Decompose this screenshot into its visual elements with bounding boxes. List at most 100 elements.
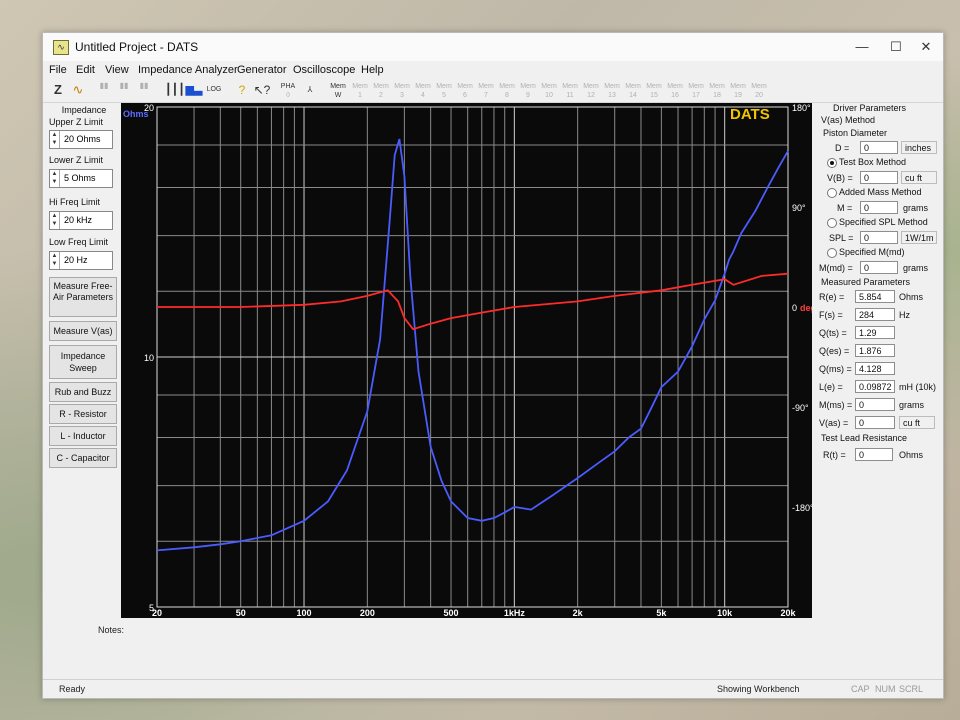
impedance-sweep-button[interactable]: Impedance Sweep	[49, 345, 117, 379]
measured-param-value[interactable]: 284	[855, 308, 895, 321]
lower-z-stepper-icon[interactable]: ▲ ▼	[50, 170, 60, 187]
m-input[interactable]: 0	[860, 201, 898, 214]
measured-param-value[interactable]: 4.128	[855, 362, 895, 375]
rt-input[interactable]: 0	[855, 448, 893, 461]
memory-slot-1[interactable]: Mem 1	[351, 82, 369, 99]
menu-view[interactable]: View	[105, 64, 129, 76]
sweep-icon-1[interactable]: ▮▮	[95, 82, 113, 98]
memory-slot-16[interactable]: Mem 16	[666, 82, 684, 99]
menu-oscilloscope[interactable]: Oscilloscope	[293, 64, 355, 76]
measure-free-air-button[interactable]: Measure Free-Air Parameters	[49, 277, 117, 317]
memory-slot-17[interactable]: Mem 17	[687, 82, 705, 99]
vb-input[interactable]: 0	[860, 171, 898, 184]
menu-file[interactable]: File	[49, 64, 67, 76]
memory-slot-11[interactable]: Mem 11	[561, 82, 579, 99]
capacitor-button[interactable]: C - Capacitor	[49, 448, 117, 468]
rub-and-buzz-button[interactable]: Rub and Buzz	[49, 382, 117, 402]
maximize-button[interactable]: ☐	[881, 37, 911, 57]
histogram-icon[interactable]: ▆▃	[185, 82, 203, 98]
memory-slot-label: Mem	[583, 83, 599, 90]
menu-impedance-analyzer[interactable]: Impedance Analyzer	[138, 64, 238, 76]
test-box-radio[interactable]	[827, 158, 837, 168]
bars-icon[interactable]: ┃┃┃	[165, 82, 185, 98]
x-tick-label: 2k	[573, 608, 584, 618]
measured-param-value[interactable]: 1.29	[855, 326, 895, 339]
measured-param-value[interactable]: 0	[855, 416, 895, 429]
memory-slot-20[interactable]: Mem 20	[750, 82, 768, 99]
memory-slot-number: 12	[587, 92, 595, 99]
low-freq-stepper-icon[interactable]: ▲ ▼	[50, 252, 60, 269]
notes-label: Notes:	[98, 625, 125, 635]
memory-slot-label: Mem	[541, 83, 557, 90]
sine-wave-icon[interactable]: ∿	[69, 82, 87, 98]
memory-slot-9[interactable]: Mem 9	[519, 82, 537, 99]
memory-slot-12[interactable]: Mem 12	[582, 82, 600, 99]
memory-slot-13[interactable]: Mem 13	[603, 82, 621, 99]
mmd-input[interactable]: 0	[860, 261, 898, 274]
measured-param-value[interactable]: 0.09872	[855, 380, 895, 393]
rt-unit: Ohms	[899, 450, 924, 460]
upper-z-input[interactable]: ▲ ▼ 20 Ohms	[49, 130, 113, 149]
menu-bar: File Edit View Impedance Analyzer Genera…	[43, 62, 943, 80]
menu-generator[interactable]: Generator	[237, 64, 287, 76]
memory-slot-5[interactable]: Mem 5	[435, 82, 453, 99]
memory-slot-18[interactable]: Mem 18	[708, 82, 726, 99]
hi-freq-input[interactable]: ▲ ▼ 20 kHz	[49, 211, 113, 230]
log-scale-icon[interactable]: LOG	[205, 82, 223, 98]
vb-unit: cu ft	[901, 171, 937, 184]
memory-slot-14[interactable]: Mem 14	[624, 82, 642, 99]
measure-vas-button[interactable]: Measure V(as)	[49, 321, 117, 341]
y-tick-label: 5	[149, 603, 154, 613]
d-label: D =	[835, 143, 850, 153]
inductor-button[interactable]: L - Inductor	[49, 426, 117, 446]
scale-icon[interactable]: ⅄	[301, 82, 319, 98]
vas-method-title: V(as) Method	[821, 115, 876, 125]
sweep-icon-2[interactable]: ▮▮	[115, 82, 133, 98]
status-bar: Ready Showing Workbench CAP NUM SCRL	[43, 679, 943, 698]
impedance-z-button[interactable]: Z	[49, 82, 67, 98]
upper-z-stepper-icon[interactable]: ▲ ▼	[50, 131, 60, 148]
help-icon[interactable]: ?	[233, 82, 251, 98]
resistor-button[interactable]: R - Resistor	[49, 404, 117, 424]
low-freq-input[interactable]: ▲ ▼ 20 Hz	[49, 251, 113, 270]
memory-slot-10[interactable]: Mem 10	[540, 82, 558, 99]
upper-z-label: Upper Z Limit	[49, 117, 104, 127]
close-button[interactable]: ✕	[911, 37, 941, 57]
measured-param-value[interactable]: 1.876	[855, 344, 895, 357]
sweep-icon-3[interactable]: ▮▮	[135, 82, 153, 98]
memory-slot-label: Mem	[457, 83, 473, 90]
lower-z-input[interactable]: ▲ ▼ 5 Ohms	[49, 169, 113, 188]
memory-slot-number: 11	[566, 92, 574, 99]
memory-slot-7[interactable]: Mem 7	[477, 82, 495, 99]
menu-help[interactable]: Help	[361, 64, 384, 76]
memory-slot-19[interactable]: Mem 19	[729, 82, 747, 99]
measured-param-value[interactable]: 5.854	[855, 290, 895, 303]
hi-freq-stepper-icon[interactable]: ▲ ▼	[50, 212, 60, 229]
d-input[interactable]: 0	[860, 141, 898, 154]
m-label: M =	[837, 203, 853, 213]
memory-write-button[interactable]: Mem W	[329, 82, 347, 99]
memory-slot-label: Mem	[730, 83, 746, 90]
phase-button[interactable]: PHA ♢	[279, 82, 297, 99]
piston-diameter-label: Piston Diameter	[823, 128, 888, 138]
measured-param-label: L(e) =	[819, 382, 843, 392]
context-help-icon[interactable]: ↖?	[253, 82, 271, 98]
memory-slot-4[interactable]: Mem 4	[414, 82, 432, 99]
specified-spl-radio[interactable]	[827, 218, 837, 228]
menu-edit[interactable]: Edit	[76, 64, 95, 76]
added-mass-radio[interactable]	[827, 188, 837, 198]
memory-slot-label: Mem	[646, 83, 662, 90]
minimize-button[interactable]: —	[847, 37, 877, 57]
memory-slot-6[interactable]: Mem 6	[456, 82, 474, 99]
memory-slot-15[interactable]: Mem 15	[645, 82, 663, 99]
measured-param-label: V(as) =	[819, 418, 849, 428]
memory-slot-3[interactable]: Mem 3	[393, 82, 411, 99]
status-workbench: Showing Workbench	[717, 684, 800, 694]
memory-slot-number: 13	[608, 92, 616, 99]
memory-slot-8[interactable]: Mem 8	[498, 82, 516, 99]
measured-param-value[interactable]: 0	[855, 398, 895, 411]
spl-input[interactable]: 0	[860, 231, 898, 244]
memory-slot-2[interactable]: Mem 2	[372, 82, 390, 99]
phase-tick-label: 0	[792, 303, 797, 313]
specified-mmd-radio[interactable]	[827, 248, 837, 258]
